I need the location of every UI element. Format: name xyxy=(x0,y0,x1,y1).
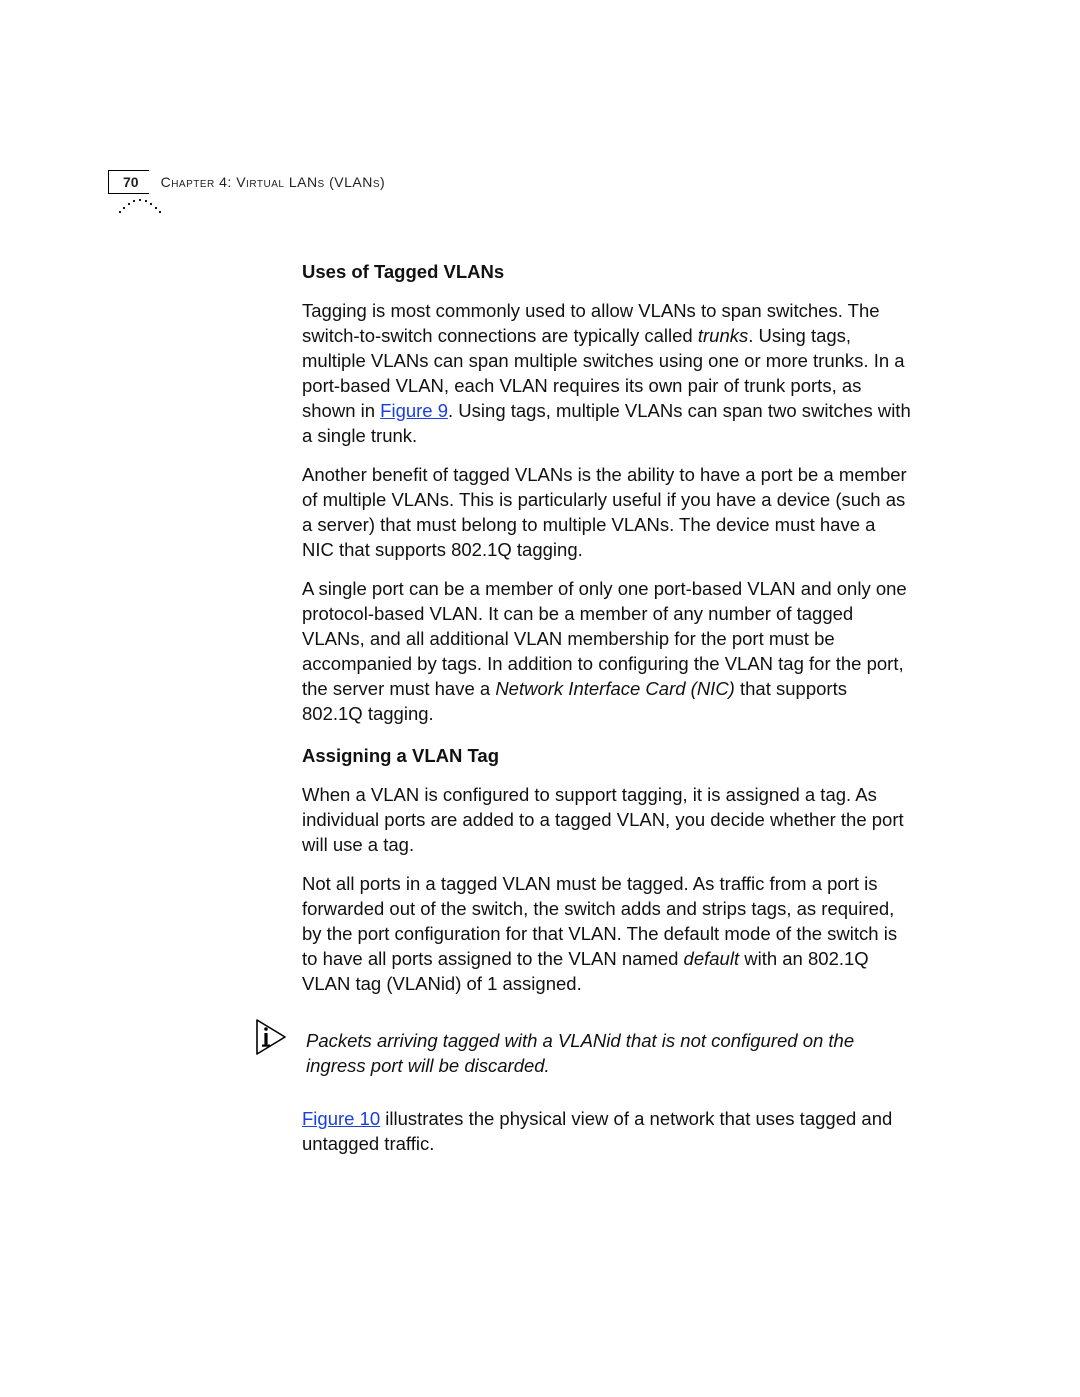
emphasis-trunks: trunks xyxy=(698,325,748,346)
paragraph: Another benefit of tagged VLANs is the a… xyxy=(302,463,912,563)
running-header: 70 Chapter 4: Virtual LANs (VLANs) xyxy=(108,170,385,194)
main-content: Uses of Tagged VLANs Tagging is most com… xyxy=(302,170,912,1157)
figure-10-link[interactable]: Figure 10 xyxy=(302,1108,380,1129)
paragraph: Tagging is most commonly used to allow V… xyxy=(302,299,912,449)
emphasis-default: default xyxy=(684,948,740,969)
section-heading-uses: Uses of Tagged VLANs xyxy=(302,260,912,285)
info-icon xyxy=(254,1017,288,1057)
chapter-title: Chapter 4: Virtual LANs (VLANs) xyxy=(161,174,386,190)
info-note: Packets arriving tagged with a VLANid th… xyxy=(254,1015,912,1093)
page: 70 Chapter 4: Virtual LANs (VLANs) Uses … xyxy=(0,0,1080,1397)
emphasis-nic: Network Interface Card (NIC) xyxy=(495,678,735,699)
dotted-arc-icon xyxy=(118,198,164,216)
note-text: Packets arriving tagged with a VLANid th… xyxy=(306,1029,912,1079)
paragraph: When a VLAN is configured to support tag… xyxy=(302,783,912,858)
paragraph: A single port can be a member of only on… xyxy=(302,577,912,727)
section-heading-assigning: Assigning a VLAN Tag xyxy=(302,744,912,769)
paragraph: Figure 10 illustrates the physical view … xyxy=(302,1107,912,1157)
paragraph: Not all ports in a tagged VLAN must be t… xyxy=(302,872,912,997)
figure-9-link[interactable]: Figure 9 xyxy=(380,400,448,421)
page-number: 70 xyxy=(108,170,149,194)
text-run: illustrates the physical view of a netwo… xyxy=(302,1108,892,1154)
